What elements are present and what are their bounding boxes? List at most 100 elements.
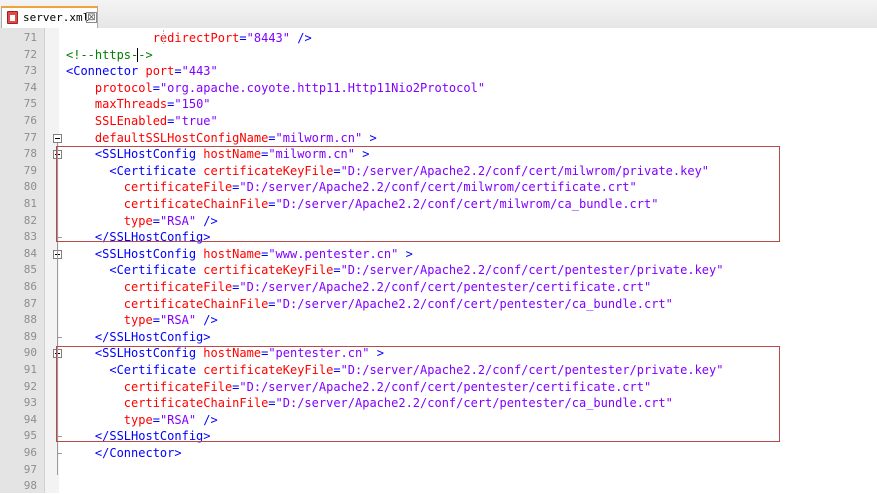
line-number: 97 bbox=[23, 462, 37, 476]
code-token: > bbox=[362, 130, 377, 145]
code-token: hostName bbox=[203, 246, 262, 261]
code-token: certificateFile bbox=[123, 280, 233, 294]
code-token: </SSLHostConfig> bbox=[94, 329, 211, 344]
line-number: 75 bbox=[23, 97, 37, 111]
line-code: defaultSSLHostConfigName="milworm.cn" > bbox=[66, 130, 377, 146]
code-line: 72 <!--https--> bbox=[0, 47, 877, 63]
code-token: "true" bbox=[174, 114, 218, 128]
line-number: 93 bbox=[23, 396, 37, 410]
line-number: 92 bbox=[23, 379, 37, 393]
tab-server-xml[interactable]: server.xml ⊠ bbox=[1, 6, 98, 28]
code-line: 97 bbox=[0, 462, 877, 478]
code-token: </Connector> bbox=[94, 446, 182, 460]
line-number: 82 bbox=[23, 213, 37, 227]
line-code: maxThreads="150" bbox=[66, 96, 211, 112]
code-line: 87 certificateChainFile="D:/server/Apach… bbox=[0, 296, 877, 312]
fold-end-mark bbox=[57, 336, 62, 338]
close-icon[interactable]: ⊠ bbox=[86, 12, 97, 23]
code-token: "www.pentester.cn" bbox=[268, 246, 399, 261]
line-number: 95 bbox=[23, 429, 37, 443]
code-token: "org.apache.coyote.http11.Http11Nio2Prot… bbox=[159, 80, 486, 95]
code-line: 85 <Certificate certificateKeyFile="D:/s… bbox=[0, 262, 877, 278]
code-line: 73 <Connector port="443" bbox=[0, 63, 877, 79]
line-number: 80 bbox=[23, 180, 37, 194]
code-token: protocol bbox=[94, 80, 153, 95]
line-number: 78 bbox=[23, 147, 37, 161]
code-token: <Connector bbox=[66, 64, 146, 79]
code-token: /> bbox=[290, 31, 312, 45]
code-token: defaultSSLHostConfigName bbox=[94, 130, 269, 145]
line-number: 73 bbox=[23, 64, 37, 78]
code-line: 74 protocol="org.apache.coyote.http11.Ht… bbox=[0, 80, 877, 96]
line-code: <Certificate certificateKeyFile="D:/serv… bbox=[66, 262, 723, 278]
line-code: <!--https--> bbox=[66, 47, 153, 63]
code-token: redirectPort bbox=[152, 31, 240, 45]
highlight-box-pentester bbox=[56, 346, 780, 442]
code-line: 84 <SSLHostConfig hostName="www.penteste… bbox=[0, 246, 877, 262]
line-number: 90 bbox=[23, 346, 37, 360]
line-code: <SSLHostConfig hostName="www.pentester.c… bbox=[66, 246, 413, 262]
fold-toggle-icon[interactable] bbox=[53, 133, 62, 143]
code-token: <Certificate bbox=[109, 263, 204, 278]
code-line: 75 maxThreads="150" bbox=[0, 96, 877, 112]
code-line: 89 </SSLHostConfig> bbox=[0, 329, 877, 345]
code-token: "D:/server/Apache2.2/conf/cert/pentester… bbox=[239, 280, 652, 294]
line-number: 71 bbox=[23, 31, 37, 44]
line-number: 98 bbox=[23, 479, 37, 493]
code-token: type bbox=[123, 313, 153, 328]
line-number: 72 bbox=[23, 47, 37, 61]
line-code: <Connector port="443" bbox=[66, 63, 218, 79]
line-number: 91 bbox=[23, 363, 37, 376]
line-number: 76 bbox=[23, 114, 37, 127]
tab-bar: server.xml ⊠ bbox=[0, 0, 877, 29]
line-number: 79 bbox=[23, 163, 37, 177]
line-number: 96 bbox=[23, 446, 37, 459]
code-token: > bbox=[398, 246, 413, 261]
fold-end-mark bbox=[57, 453, 62, 454]
line-code: protocol="org.apache.coyote.http11.Http1… bbox=[66, 80, 485, 96]
line-number: 81 bbox=[23, 197, 37, 210]
line-number: 87 bbox=[23, 296, 37, 310]
line-code: certificateFile="D:/server/Apache2.2/con… bbox=[66, 279, 651, 295]
code-token: SSLEnabled bbox=[94, 114, 168, 128]
code-token: certificateChainFile bbox=[123, 296, 269, 311]
line-number: 85 bbox=[23, 263, 37, 277]
line-number: 77 bbox=[23, 130, 37, 144]
code-line: 76 SSLEnabled="true" bbox=[0, 113, 877, 129]
tab-label: server.xml bbox=[23, 11, 90, 24]
code-token: maxThreads bbox=[94, 97, 168, 112]
line-number: 86 bbox=[23, 280, 37, 293]
line-code: type="RSA" /> bbox=[66, 312, 218, 328]
code-line: 77 defaultSSLHostConfigName="milworm.cn"… bbox=[0, 130, 877, 146]
text-caret bbox=[137, 47, 138, 62]
code-line: 88 type="RSA" /> bbox=[0, 312, 877, 328]
code-editor[interactable]: 71 redirectPort="8443" /> 72 <!--https--> 7… bbox=[0, 28, 877, 493]
code-token: "milworm.cn" bbox=[275, 130, 363, 145]
code-token: = bbox=[239, 31, 247, 45]
code-line: 71 redirectPort="8443" /> bbox=[0, 30, 877, 46]
code-token: "150" bbox=[174, 97, 211, 112]
code-token: "443" bbox=[181, 64, 218, 79]
xml-file-icon bbox=[7, 11, 18, 24]
line-number: 88 bbox=[23, 313, 37, 327]
line-number: 94 bbox=[23, 412, 37, 426]
code-token: "D:/server/Apache2.2/conf/cert/pentester… bbox=[275, 296, 673, 311]
code-line: 96 </Connector> bbox=[0, 445, 877, 461]
code-token: <!--https--> bbox=[66, 47, 153, 62]
code-line: 98 bbox=[0, 478, 877, 494]
line-code: certificateChainFile="D:/server/Apache2.… bbox=[66, 296, 673, 312]
code-token: /> bbox=[196, 313, 218, 328]
code-token: = bbox=[152, 313, 160, 328]
code-token: <SSLHostConfig bbox=[94, 246, 204, 261]
line-number: 83 bbox=[23, 230, 37, 244]
